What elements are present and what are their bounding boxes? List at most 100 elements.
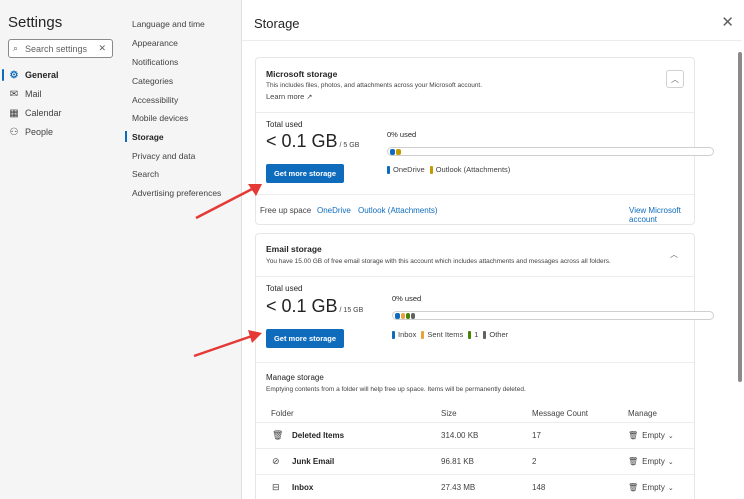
subnav-categories[interactable]: Categories: [132, 74, 173, 88]
collapse-microsoft-storage-button[interactable]: ︿: [666, 70, 684, 88]
subnav-language-and-time[interactable]: Language and time: [132, 17, 205, 31]
manage-storage-description: Emptying contents from a folder will hel…: [266, 386, 526, 393]
legend-item: Outlook (Attachments): [429, 165, 510, 174]
legend-label: 1: [474, 330, 479, 339]
sent-items-segment: [401, 313, 405, 319]
legend-swatch: [387, 165, 390, 174]
total-used-label: Total used: [266, 284, 303, 293]
legend-label: Other: [489, 330, 509, 339]
empty-inbox-button[interactable]: 🗑 Empty ⌄: [628, 483, 674, 492]
message-count: 17: [532, 431, 541, 440]
email-storage-card: Email storage You have 15.00 GB of free …: [255, 233, 714, 499]
other-segment: [411, 313, 415, 319]
nav-item-label: Calendar: [25, 108, 62, 118]
view-microsoft-account-link[interactable]: View Microsoft account: [629, 206, 694, 224]
divider: [256, 194, 694, 195]
legend-item: Other: [483, 330, 508, 339]
onedrive-segment: [390, 149, 395, 155]
nav-item-calendar[interactable]: ▦ Calendar: [8, 105, 62, 121]
folder-size: 96.81 KB: [441, 457, 474, 466]
microsoft-storage-description: This includes files, photos, and attachm…: [266, 82, 483, 89]
junk-icon: ⊘: [272, 456, 280, 466]
inbox-segment: [395, 313, 400, 319]
nav-item-mail[interactable]: ✉ Mail: [8, 86, 42, 102]
learn-more-label: Learn more: [266, 92, 305, 101]
subnav-mobile-devices[interactable]: Mobile devices: [132, 111, 188, 125]
nav-item-people[interactable]: ⚇ People: [8, 124, 54, 140]
subnav-search[interactable]: Search: [132, 167, 159, 181]
legend-label: OneDrive: [393, 165, 425, 174]
nav-selection-indicator: [2, 69, 4, 81]
column-header-message-count: Message Count: [532, 409, 589, 418]
nav-item-label: Mail: [25, 89, 42, 99]
folder-name: Junk Email: [292, 457, 335, 466]
empty-label: Empty: [642, 431, 665, 440]
table-row: 🗑 Deleted Items 314.00 KB 17 🗑 Empty ⌄: [256, 422, 694, 448]
learn-more-link[interactable]: Learn more ↗: [266, 92, 312, 101]
calendar-icon: ▦: [9, 107, 19, 119]
subnav-notifications[interactable]: Notifications: [132, 55, 178, 69]
chevron-up-icon: ︿: [671, 74, 679, 84]
people-icon: ⚇: [9, 126, 19, 138]
divider: [256, 362, 694, 363]
nav-item-label: People: [25, 127, 54, 137]
external-link-icon: ↗: [306, 94, 313, 101]
folder-name: Inbox: [292, 483, 314, 492]
chevron-up-icon[interactable]: ︿: [670, 249, 678, 260]
column-header-size: Size: [441, 409, 457, 418]
onedrive-link[interactable]: OneDrive: [317, 206, 351, 215]
trash-icon: 🗑: [628, 431, 639, 440]
legend-swatch: [483, 330, 487, 339]
microsoft-storage-legend: OneDrive Outlook (Attachments): [387, 165, 515, 174]
gear-icon: ⚙: [9, 69, 19, 81]
close-icon[interactable]: ✕: [721, 13, 734, 31]
get-more-storage-button[interactable]: Get more storage: [266, 329, 344, 348]
subnav-selection-indicator: [125, 131, 127, 142]
microsoft-storage-card: Microsoft storage This includes files, p…: [255, 57, 714, 225]
trash-icon: 🗑: [628, 483, 639, 492]
legend-item: Sent Items: [421, 330, 463, 339]
storage-panel: Storage ✕ Microsoft storage This include…: [242, 0, 744, 499]
annotation-arrow: [193, 330, 262, 358]
empty-deleted-items-button[interactable]: 🗑 Empty ⌄: [628, 431, 674, 440]
percent-used: 0% used: [392, 294, 422, 303]
annotation-arrow: [195, 184, 262, 220]
subnav-storage[interactable]: Storage: [132, 130, 164, 144]
outlook-attachments-link[interactable]: Outlook (Attachments): [358, 206, 438, 215]
empty-label: Empty: [642, 457, 665, 466]
search-icon: ⌕: [13, 43, 19, 53]
legend-item: Inbox: [392, 330, 416, 339]
folder-1-segment: [406, 313, 410, 319]
legend-item: OneDrive: [387, 165, 425, 174]
folder-name: Deleted Items: [292, 431, 345, 440]
microsoft-storage-bar: [387, 147, 714, 156]
search-settings-input[interactable]: ⌕ Search settings ✕: [8, 39, 113, 58]
mail-icon: ✉: [9, 88, 19, 100]
trash-icon: 🗑: [628, 457, 639, 466]
divider: [256, 112, 694, 113]
empty-junk-email-button[interactable]: 🗑 Empty ⌄: [628, 457, 674, 466]
total-used-amount: < 0.1 GB: [266, 131, 338, 151]
chevron-down-icon: ⌄: [667, 484, 674, 492]
email-storage-legend: Inbox Sent Items 1 Other: [392, 330, 513, 339]
inbox-icon: ⊟: [272, 482, 280, 492]
legend-label: Inbox: [398, 330, 417, 339]
subnav-privacy-and-data[interactable]: Privacy and data: [132, 149, 195, 163]
page-title: Storage: [254, 16, 300, 31]
total-used-label: Total used: [266, 120, 303, 129]
message-count: 148: [532, 483, 546, 492]
legend-label: Sent Items: [427, 330, 464, 339]
table-row: ⊘ Junk Email 96.81 KB 2 🗑 Empty ⌄: [256, 448, 694, 474]
legend-swatch: [421, 330, 425, 339]
nav-item-label: General: [25, 70, 59, 80]
general-subnav: Language and time Appearance Notificatio…: [120, 0, 242, 499]
subnav-appearance[interactable]: Appearance: [132, 36, 178, 50]
manage-storage-title: Manage storage: [266, 373, 324, 382]
get-more-storage-button[interactable]: Get more storage: [266, 164, 344, 183]
clear-search-icon[interactable]: ✕: [98, 43, 106, 54]
subnav-accessibility[interactable]: Accessibility: [132, 93, 178, 107]
scrollbar[interactable]: [738, 52, 742, 382]
chevron-down-icon: ⌄: [667, 432, 674, 440]
folder-size: 27.43 MB: [441, 483, 476, 492]
nav-item-general[interactable]: ⚙ General: [8, 67, 59, 83]
